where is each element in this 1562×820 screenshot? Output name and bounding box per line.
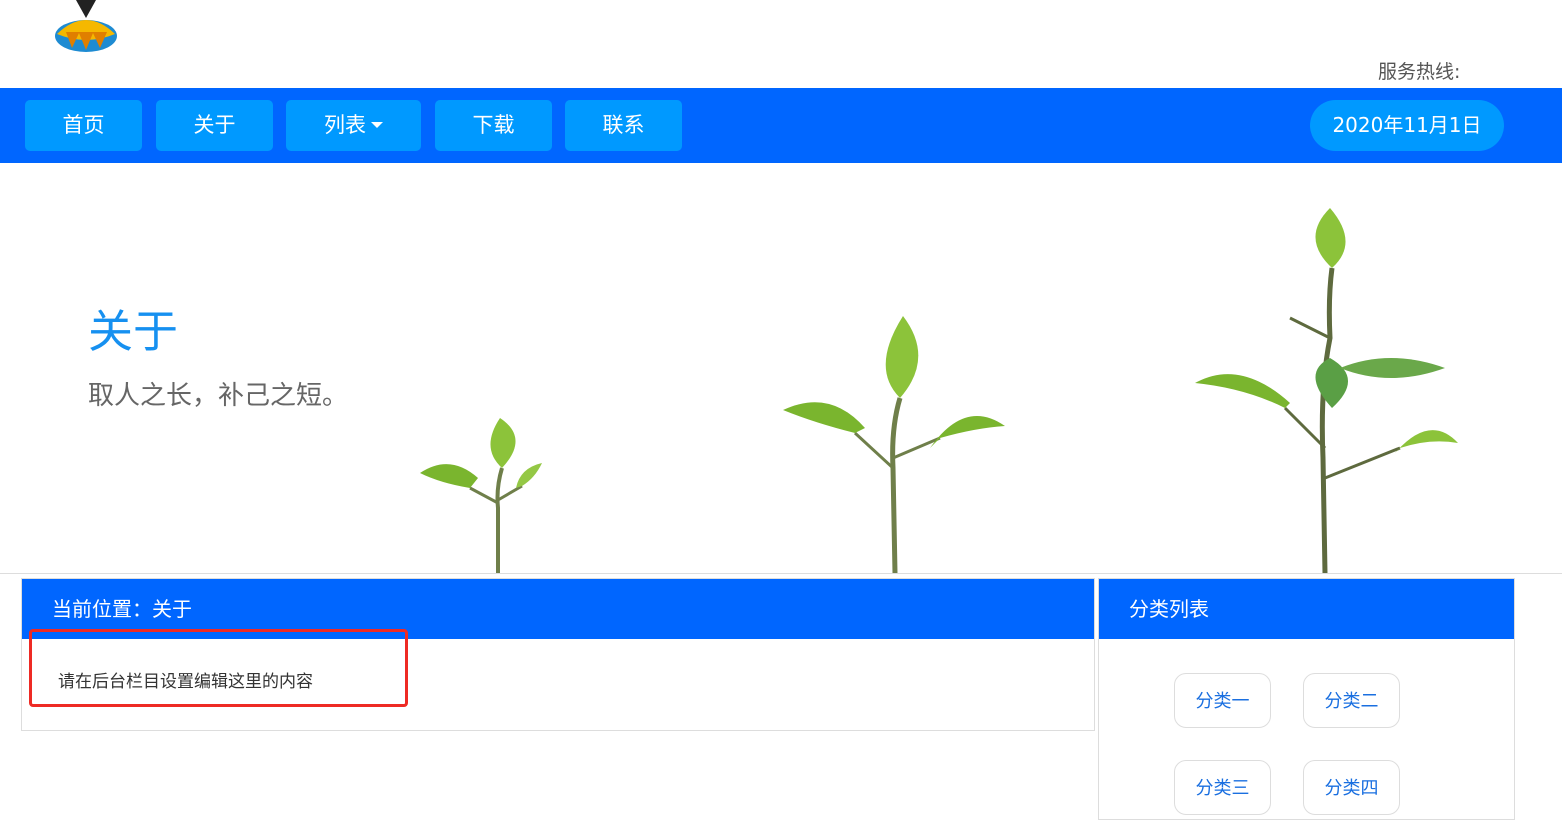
page-banner: 关于 取人之长，补己之短。 — [0, 163, 1562, 574]
sprout-image-small — [420, 418, 542, 573]
pencil-logo-icon[interactable] — [52, 0, 120, 56]
category-sidebar: 分类列表 分类一 分类二 分类三 分类四 — [1098, 578, 1515, 820]
current-date: 2020年11月1日 — [1310, 100, 1504, 151]
category-item-3[interactable]: 分类三 — [1174, 760, 1271, 815]
nav-item-about[interactable]: 关于 — [156, 100, 273, 151]
nav-item-label: 关于 — [193, 113, 236, 137]
nav-item-contact[interactable]: 联系 — [565, 100, 682, 151]
caret-down-icon — [371, 121, 383, 128]
main-nav: 首页 关于 列表 下载 联系 2020年11月1日 — [0, 88, 1562, 163]
category-label: 分类二 — [1324, 691, 1379, 712]
sprout-image-medium — [783, 316, 1005, 573]
sidebar-title: 分类列表 — [1099, 579, 1514, 639]
nav-item-list-dropdown[interactable]: 列表 — [286, 100, 421, 151]
nav-item-label: 列表 — [324, 113, 366, 137]
nav-item-label: 联系 — [602, 113, 645, 137]
category-label: 分类一 — [1195, 691, 1250, 712]
service-hotline-label: 服务热线: — [1378, 61, 1461, 83]
category-item-2[interactable]: 分类二 — [1303, 673, 1400, 728]
category-item-4[interactable]: 分类四 — [1303, 760, 1400, 815]
nav-item-label: 首页 — [62, 113, 105, 137]
category-label: 分类四 — [1324, 778, 1379, 799]
nav-item-download[interactable]: 下载 — [435, 100, 552, 151]
banner-subtitle: 取人之长，补己之短。 — [88, 381, 349, 411]
category-item-1[interactable]: 分类一 — [1174, 673, 1271, 728]
banner-title: 关于 — [88, 305, 179, 358]
category-label: 分类三 — [1195, 778, 1250, 799]
nav-item-home[interactable]: 首页 — [25, 100, 142, 151]
highlight-annotation-box — [29, 629, 408, 707]
site-header: 服务热线: — [0, 0, 1562, 88]
sprout-image-tall — [1195, 208, 1458, 573]
nav-item-label: 下载 — [472, 113, 515, 137]
